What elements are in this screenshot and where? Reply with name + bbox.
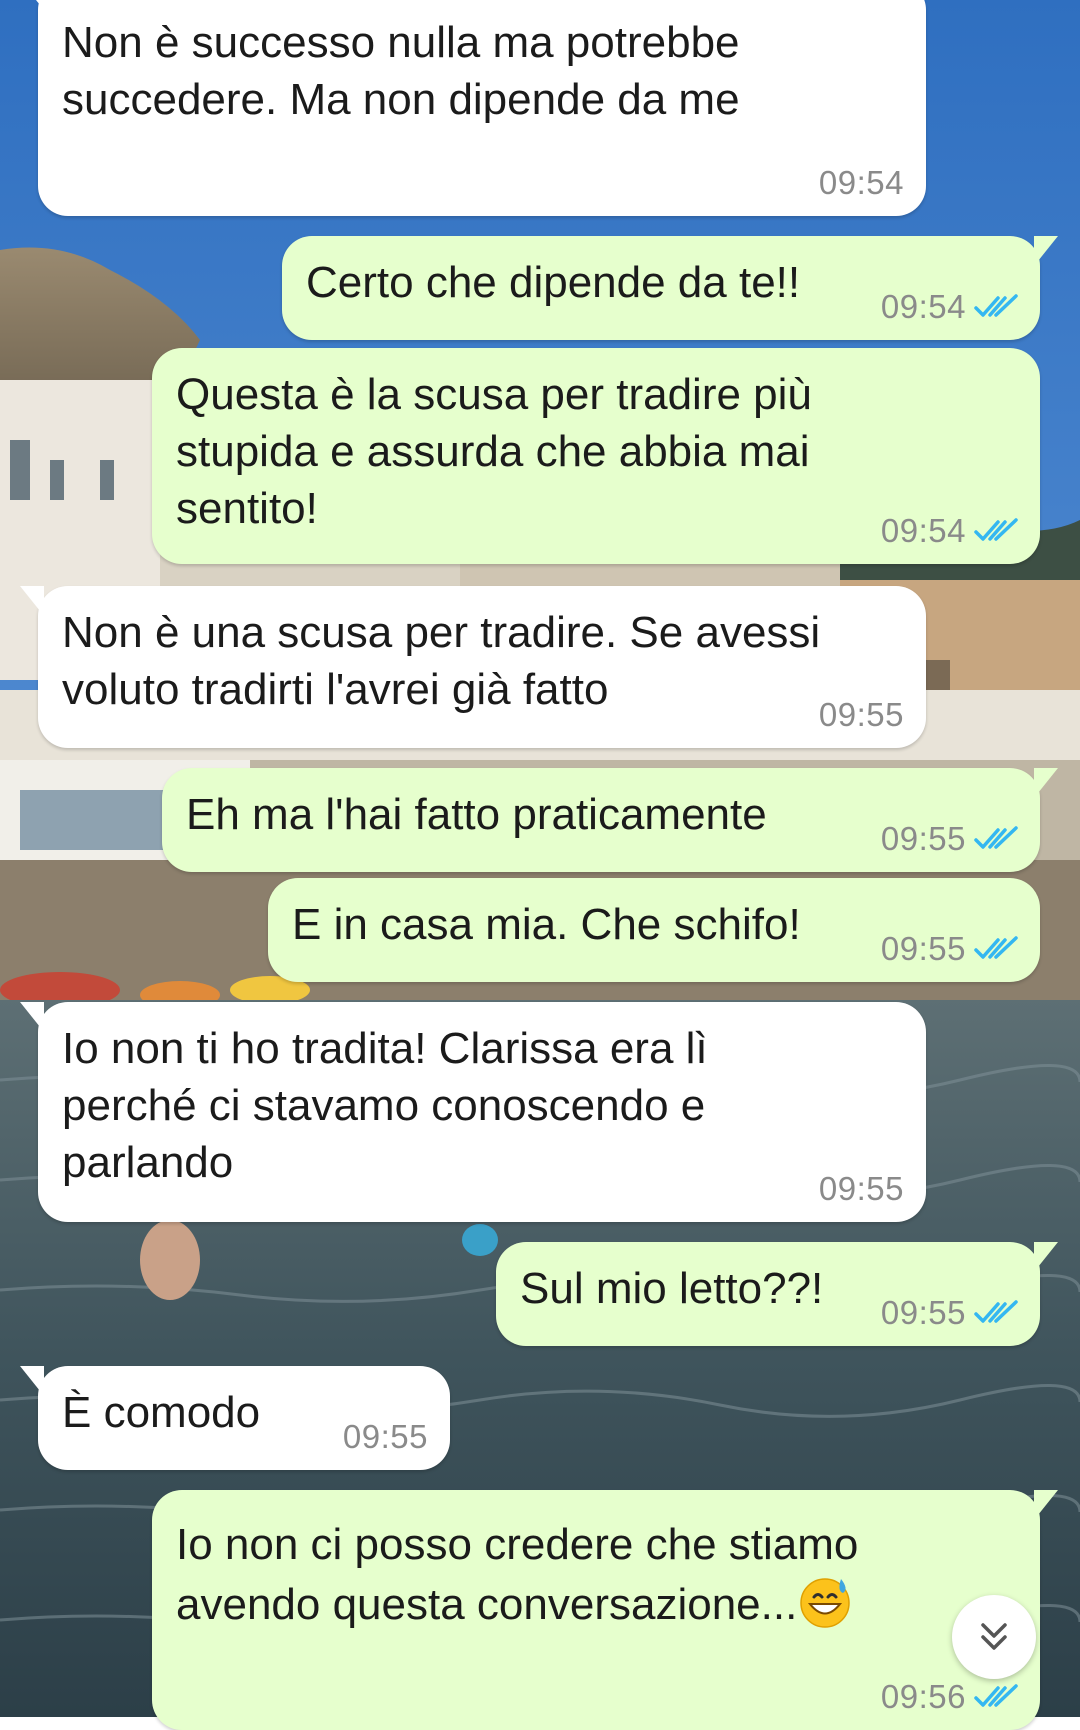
message-incoming[interactable]: Io non ti ho tradita! Clarissa era lì pe… bbox=[20, 1002, 926, 1222]
message-text: Non è una scusa per tradire. Se avessi v… bbox=[62, 608, 821, 714]
message-incoming[interactable]: Non è una scusa per tradire. Se avessi v… bbox=[20, 586, 926, 748]
message-outgoing[interactable]: E in casa mia. Che schifo! 09:55 bbox=[268, 878, 1040, 982]
message-meta: 09:54 bbox=[881, 512, 1018, 550]
double-check-icon bbox=[974, 826, 1018, 849]
message-meta: 09:55 bbox=[881, 930, 1018, 968]
double-check-icon bbox=[974, 518, 1018, 541]
message-meta: 09:55 bbox=[819, 1170, 904, 1208]
message-outgoing[interactable]: Questa è la scusa per tradire più stupid… bbox=[152, 348, 1040, 564]
message-time: 09:55 bbox=[818, 696, 904, 733]
message-text: Io non ti ho tradita! Clarissa era lì pe… bbox=[62, 1024, 708, 1187]
message-meta: 09:56 bbox=[881, 1678, 1018, 1716]
message-text: Io non ci posso credere che stiamo avend… bbox=[176, 1516, 1016, 1633]
message-outgoing[interactable]: Certo che dipende da te!! 09:54 bbox=[282, 236, 1058, 340]
message-time: 09:56 bbox=[880, 1678, 966, 1715]
message-text-content: Io non ci posso credere che stiamo avend… bbox=[176, 1520, 859, 1629]
message-outgoing[interactable]: Eh ma l'hai fatto praticamente 09:55 bbox=[162, 768, 1058, 872]
message-meta: 09:55 bbox=[819, 696, 904, 734]
message-time: 09:55 bbox=[818, 1170, 904, 1207]
message-text: Non è successo nulla ma potrebbe succede… bbox=[62, 18, 740, 124]
double-check-icon bbox=[974, 1684, 1018, 1707]
double-check-icon bbox=[974, 936, 1018, 959]
message-meta: 09:55 bbox=[881, 1294, 1018, 1332]
message-outgoing[interactable]: Io non ci posso credere che stiamo avend… bbox=[152, 1490, 1058, 1730]
message-incoming[interactable]: È comodo 09:55 bbox=[20, 1366, 450, 1470]
message-incoming[interactable]: Non è successo nulla ma potrebbe succede… bbox=[20, 0, 926, 216]
message-time: 09:54 bbox=[818, 164, 904, 201]
double-check-icon bbox=[974, 294, 1018, 317]
message-time: 09:55 bbox=[880, 1294, 966, 1331]
message-meta: 09:54 bbox=[819, 164, 904, 202]
message-time: 09:54 bbox=[880, 512, 966, 549]
message-time: 09:55 bbox=[342, 1418, 428, 1455]
message-outgoing[interactable]: Sul mio letto??! 09:55 bbox=[496, 1242, 1058, 1346]
scroll-to-bottom-button[interactable] bbox=[952, 1595, 1036, 1679]
message-meta: 09:54 bbox=[881, 288, 1018, 326]
message-meta: 09:55 bbox=[343, 1418, 428, 1456]
double-chevron-down-icon bbox=[981, 1623, 1007, 1650]
message-time: 09:54 bbox=[880, 288, 966, 325]
message-time: 09:55 bbox=[880, 930, 966, 967]
grinning-face-with-sweat-emoji bbox=[800, 1578, 851, 1628]
message-time: 09:55 bbox=[880, 820, 966, 857]
double-check-icon bbox=[974, 1300, 1018, 1323]
message-meta: 09:55 bbox=[881, 820, 1018, 858]
